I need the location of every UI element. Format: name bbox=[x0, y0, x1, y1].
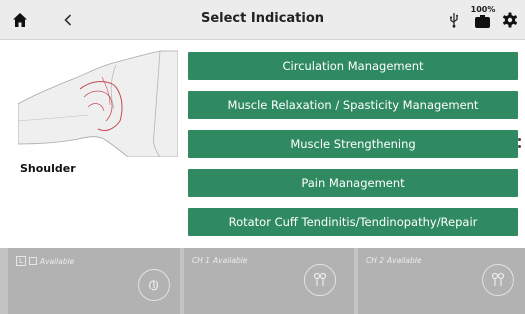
channel-header: CH 2 Available bbox=[366, 256, 421, 265]
indication-button-rotator-cuff[interactable]: Rotator Cuff Tendinitis/Tendinopathy/Rep… bbox=[188, 208, 518, 236]
scroll-dot bbox=[518, 145, 521, 148]
battery-icon bbox=[475, 17, 490, 28]
gear-icon[interactable] bbox=[500, 10, 520, 30]
channel-header: CH 1 Available bbox=[192, 256, 247, 265]
channel-status: Available bbox=[387, 256, 422, 265]
channel-header: L Available bbox=[16, 256, 74, 266]
electrodes-icon bbox=[482, 264, 514, 296]
battery-indicator: 100% bbox=[470, 5, 496, 35]
shoulder-illustration bbox=[18, 50, 178, 157]
channel-panel-ch2[interactable]: CH 2 Available bbox=[358, 248, 525, 314]
battery-percent: 100% bbox=[470, 5, 496, 14]
channel-status-box bbox=[28, 257, 37, 265]
electrodes-icon bbox=[304, 264, 336, 296]
scroll-dot bbox=[518, 138, 521, 141]
scroll-indicator[interactable] bbox=[518, 138, 522, 152]
usb-icon bbox=[447, 11, 461, 29]
channel-status: Available bbox=[213, 256, 248, 265]
channel-status: Available bbox=[39, 256, 75, 266]
channel-panel-l[interactable]: L Available bbox=[8, 248, 180, 314]
header-bar: Select Indication 100% bbox=[0, 0, 525, 40]
hand-icon bbox=[138, 269, 170, 301]
channel-panel-ch1[interactable]: CH 1 Available bbox=[184, 248, 354, 314]
channel-id: CH 2 bbox=[366, 256, 385, 265]
channel-strip: L Available CH 1 Available CH 2 Availabl… bbox=[0, 248, 525, 314]
channel-id: L bbox=[16, 256, 26, 266]
indication-button-pain-management[interactable]: Pain Management bbox=[188, 169, 518, 197]
indication-button-muscle-strengthening[interactable]: Muscle Strengthening bbox=[188, 130, 518, 158]
indication-button-muscle-relaxation[interactable]: Muscle Relaxation / Spasticity Managemen… bbox=[188, 91, 518, 119]
indication-button-circulation[interactable]: Circulation Management bbox=[188, 52, 518, 80]
channel-id: CH 1 bbox=[192, 256, 211, 265]
body-region-label: Shoulder bbox=[20, 162, 76, 175]
